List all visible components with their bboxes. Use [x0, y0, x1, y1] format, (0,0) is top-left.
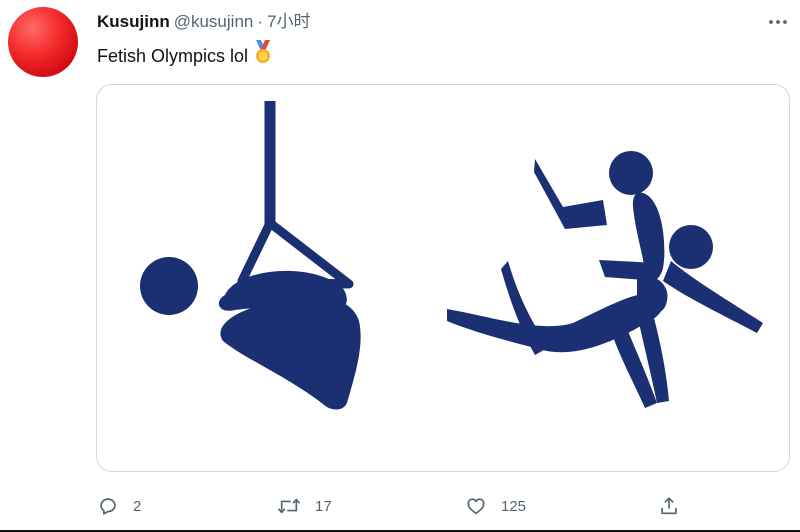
- avatar[interactable]: [8, 7, 78, 77]
- user-handle[interactable]: @kusujinn: [174, 12, 254, 31]
- tweet-text: Fetish Olympics lol: [97, 40, 272, 71]
- like-button[interactable]: 125: [465, 488, 526, 524]
- reply-count: 2: [133, 497, 142, 515]
- more-options-button[interactable]: [766, 10, 790, 34]
- tweet-actions: 2 17 125: [0, 488, 800, 524]
- separator-dot: ·: [257, 12, 264, 31]
- more-dots-icon: [769, 20, 787, 24]
- like-count: 125: [501, 497, 527, 515]
- tweet-media-image[interactable]: [96, 84, 790, 472]
- tweet-header: Kusujinn @kusujinn · 7小时: [97, 11, 311, 33]
- retweet-icon: [277, 498, 301, 514]
- heart-icon: [467, 498, 485, 515]
- display-name[interactable]: Kusujinn: [97, 12, 170, 31]
- judo-throw-icon: [447, 151, 763, 408]
- share-icon: [661, 497, 677, 515]
- share-button[interactable]: [658, 488, 680, 524]
- timestamp[interactable]: 7小时: [267, 12, 310, 31]
- reply-button[interactable]: 2: [97, 488, 141, 524]
- retweet-count: 17: [315, 497, 332, 515]
- suspended-figure-icon: [140, 101, 361, 410]
- tweet-card[interactable]: Kusujinn @kusujinn · 7小时 Fetish Olympics lo…: [0, 0, 800, 532]
- olympic-pictograms: [140, 101, 763, 410]
- reply-icon: [100, 498, 116, 515]
- medal-icon: [254, 40, 272, 71]
- retweet-button[interactable]: 17: [277, 488, 332, 524]
- tweet-text-content: Fetish Olympics lol: [97, 45, 249, 66]
